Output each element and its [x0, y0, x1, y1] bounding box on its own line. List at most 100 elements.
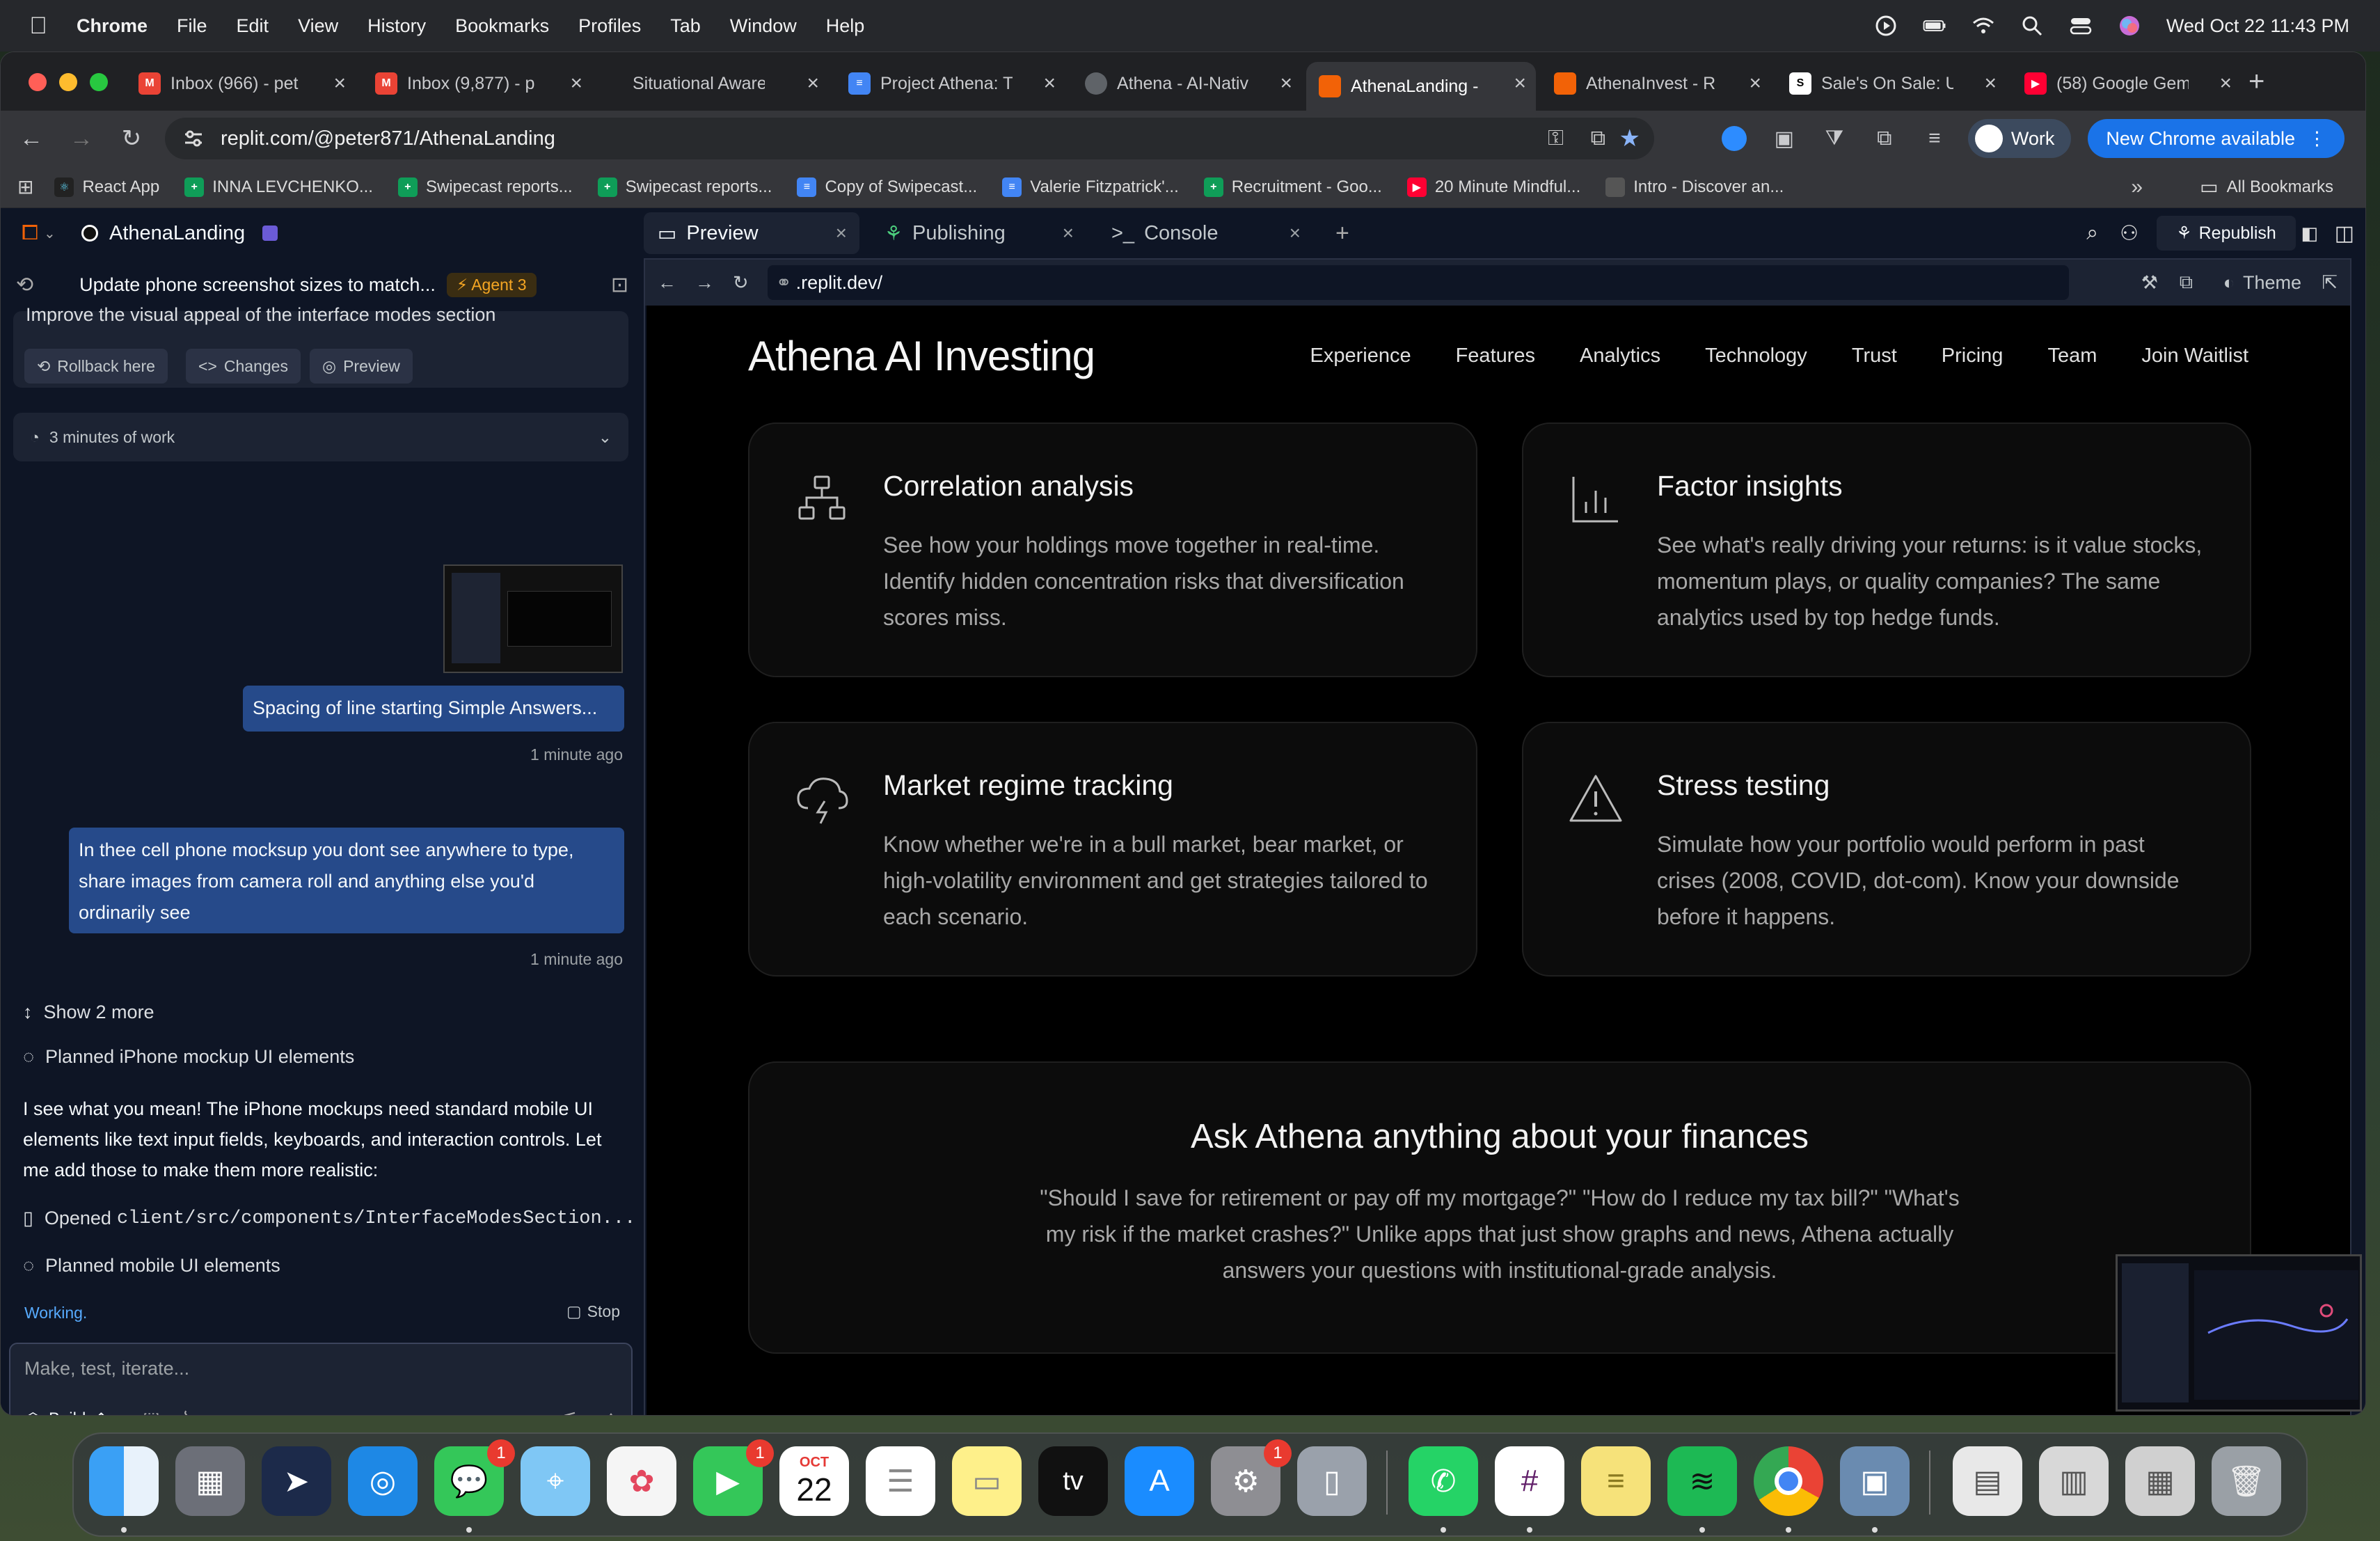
- reload-button[interactable]: ↻: [112, 119, 151, 158]
- tab-sales-on-sale[interactable]: S Sale's On Sale: U ×: [1777, 62, 2006, 105]
- webview-url-field[interactable]: ⚭ .replit.dev/: [768, 265, 2069, 300]
- tab-google-gemini-video[interactable]: ▶ (58) Google Gem ×: [2012, 62, 2242, 105]
- stickies-icon[interactable]: ≡: [1581, 1446, 1651, 1516]
- bookmark-recruitment[interactable]: + Recruitment - Goo...: [1203, 177, 1382, 197]
- site-title[interactable]: Athena AI Investing: [748, 332, 1095, 380]
- work-summary-toggle[interactable]: ◔ 3 minutes of work ⌄: [13, 413, 628, 461]
- nav-pricing[interactable]: Pricing: [1942, 345, 2004, 368]
- stop-button[interactable]: ▢ Stop: [566, 1302, 620, 1321]
- profile-work-button[interactable]: Work: [1967, 119, 2072, 158]
- site-settings-icon[interactable]: [182, 127, 205, 150]
- menu-help[interactable]: Help: [826, 15, 865, 37]
- close-icon[interactable]: ×: [1749, 72, 1761, 95]
- history-icon[interactable]: ⟲: [16, 273, 33, 297]
- agent-step-planned-iphone[interactable]: ◌ Planned iPhone mockup UI elements: [23, 1046, 354, 1068]
- new-tab-icon[interactable]: +: [1335, 220, 1349, 247]
- tab-athenalanding[interactable]: AthenaLanding - ×: [1306, 62, 1536, 111]
- reading-mode-icon[interactable]: ⧉: [1868, 122, 1901, 155]
- tv-icon[interactable]: tv: [1038, 1446, 1108, 1516]
- replit-logo-icon[interactable]: ⧠: [22, 221, 38, 245]
- minimize-window-button[interactable]: [59, 73, 77, 91]
- back-button[interactable]: ←: [12, 119, 51, 158]
- downloads-stack-icon[interactable]: ▥: [2039, 1446, 2109, 1516]
- forward-button[interactable]: →: [62, 119, 101, 158]
- close-icon[interactable]: ×: [570, 72, 582, 95]
- nav-technology[interactable]: Technology: [1705, 345, 1807, 368]
- menu-tab[interactable]: Tab: [670, 15, 701, 37]
- preview-icon[interactable]: ▣: [1840, 1446, 1910, 1516]
- close-icon[interactable]: ×: [333, 72, 346, 95]
- device-toggle-icon[interactable]: ⧉: [2180, 271, 2193, 294]
- chrome-icon[interactable]: [1754, 1446, 1823, 1516]
- nav-features[interactable]: Features: [1456, 345, 1535, 368]
- new-chrome-available-button[interactable]: New Chrome available ⋮: [2088, 119, 2345, 158]
- nav-trust[interactable]: Trust: [1852, 345, 1897, 368]
- bookmark-copy-swipecast[interactable]: ≡ Copy of Swipecast...: [797, 177, 977, 197]
- play-icon[interactable]: [1874, 14, 1898, 38]
- settings-sliders-icon[interactable]: ⚟: [562, 1408, 578, 1415]
- zoom-extension-icon[interactable]: [1717, 122, 1751, 155]
- launchpad-icon[interactable]: ▦: [175, 1446, 245, 1516]
- menu-view[interactable]: View: [298, 15, 338, 37]
- send-arrow-icon[interactable]: ↑: [606, 1407, 616, 1415]
- iphone-mirroring-icon[interactable]: ▯: [1297, 1446, 1367, 1516]
- app-store-icon[interactable]: A: [1125, 1446, 1194, 1516]
- preview-button[interactable]: ◎ Preview: [310, 349, 413, 384]
- close-icon[interactable]: ×: [1984, 72, 1997, 95]
- close-icon[interactable]: ×: [836, 222, 847, 244]
- search-icon[interactable]: ⌕: [2086, 221, 2098, 245]
- agent-prompt-input[interactable]: Make, test, iterate... ⬡Build⌃ ⬚ ⌇ ⚟ ↑: [9, 1343, 633, 1415]
- control-center-icon[interactable]: [2069, 14, 2093, 38]
- menu-window[interactable]: Window: [730, 15, 797, 37]
- attached-screenshot-thumbnail[interactable]: [443, 564, 623, 673]
- slack-icon[interactable]: #: [1495, 1446, 1564, 1516]
- close-icon[interactable]: ×: [807, 72, 819, 95]
- close-icon[interactable]: ×: [1043, 72, 1056, 95]
- nav-experience[interactable]: Experience: [1310, 345, 1411, 368]
- menu-history[interactable]: History: [367, 15, 426, 37]
- bookmark-inna[interactable]: + INNA LEVCHENKO...: [184, 177, 373, 197]
- screenshots-stack-icon[interactable]: ▦: [2125, 1446, 2195, 1516]
- tab-console[interactable]: >_ Console ×: [1097, 212, 1313, 254]
- new-tab-button[interactable]: +: [2248, 66, 2264, 97]
- password-key-icon[interactable]: ⚿: [1548, 127, 1564, 150]
- webview-reload-icon[interactable]: ↻: [733, 272, 749, 294]
- menubar-clock[interactable]: Wed Oct 22 11:43 PM: [2166, 15, 2349, 37]
- bookmark-valerie[interactable]: ≡ Valerie Fitzpatrick'...: [1002, 177, 1179, 197]
- build-mode-selector[interactable]: ⬡Build⌃: [26, 1409, 108, 1415]
- close-icon[interactable]: ×: [2219, 72, 2232, 95]
- bookmark-mindful[interactable]: ▶ 20 Minute Mindful...: [1406, 177, 1580, 197]
- menu-app-chrome[interactable]: Chrome: [77, 15, 148, 37]
- rollback-button[interactable]: ⟲ Rollback here: [24, 349, 168, 384]
- webview-forward-icon[interactable]: →: [695, 272, 714, 294]
- changes-button[interactable]: <> Changes: [186, 349, 301, 384]
- zoom-window-button[interactable]: [90, 73, 108, 91]
- new-chat-icon[interactable]: ⊡: [611, 273, 628, 297]
- more-bookmarks-icon[interactable]: »: [2131, 175, 2143, 199]
- open-external-icon[interactable]: ⇱: [2322, 272, 2338, 294]
- whatsapp-icon[interactable]: ✆: [1409, 1446, 1478, 1516]
- tab-athena-ai-native[interactable]: Athena - AI-Nativ ×: [1072, 62, 1302, 105]
- close-icon[interactable]: ×: [1514, 72, 1526, 95]
- attach-file-icon[interactable]: ⌇: [182, 1408, 191, 1415]
- battery-icon[interactable]: [1923, 14, 1946, 38]
- republish-button[interactable]: ⚘ Republish: [2157, 216, 2296, 251]
- finder-icon[interactable]: [89, 1446, 159, 1516]
- reminders-icon[interactable]: ☰: [866, 1446, 935, 1516]
- picture-in-picture-preview[interactable]: [2116, 1254, 2362, 1412]
- close-icon[interactable]: ×: [1063, 222, 1074, 244]
- apple-menu-icon[interactable]: : [0, 13, 77, 40]
- show-more-button[interactable]: ↕ Show 2 more: [23, 1002, 154, 1023]
- nav-join-waitlist[interactable]: Join Waitlist: [2141, 345, 2248, 368]
- layout-toggle-icon[interactable]: ◫: [2335, 221, 2354, 246]
- spotify-icon[interactable]: ≋: [1667, 1446, 1737, 1516]
- devtools-wrench-icon[interactable]: ⚒: [2141, 272, 2158, 294]
- menu-bookmarks[interactable]: Bookmarks: [455, 15, 549, 37]
- calendar-icon[interactable]: OCT 22: [779, 1446, 849, 1516]
- trash-icon[interactable]: 🗑: [2212, 1446, 2281, 1516]
- close-window-button[interactable]: [29, 73, 47, 91]
- nav-team[interactable]: Team: [2047, 345, 2097, 368]
- address-bar[interactable]: replit.com/@peter871/AthenaLanding ⚿ ⧉ ★: [165, 118, 1654, 159]
- bookmark-react-app[interactable]: ⚛ React App: [54, 177, 159, 197]
- theme-button[interactable]: ◐ Theme: [2223, 272, 2301, 294]
